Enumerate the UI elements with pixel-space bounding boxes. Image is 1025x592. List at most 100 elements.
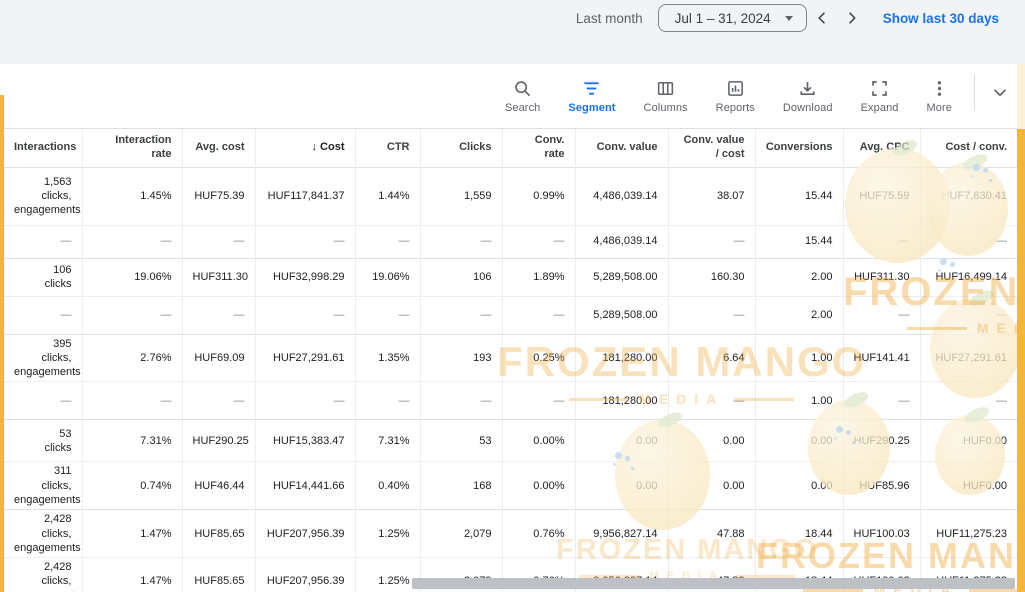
cell-interaction-rate: 19.06% bbox=[82, 258, 182, 296]
cell-interactions: 395 clicks, engagements bbox=[4, 334, 82, 382]
cell-cost: — bbox=[255, 382, 355, 420]
download-button[interactable]: Download bbox=[783, 76, 833, 116]
column-header-conv-value[interactable]: Conv. value bbox=[575, 129, 668, 167]
segment-button[interactable]: Segment bbox=[568, 76, 615, 116]
reports-icon bbox=[726, 78, 745, 98]
segment-icon bbox=[582, 78, 601, 98]
cell-interaction-rate: 7.31% bbox=[82, 420, 182, 462]
cell-conversions: 2.00 bbox=[755, 258, 843, 296]
column-header-avg-cpc[interactable]: Avg. CPC bbox=[843, 129, 920, 167]
cell-conv-rate: 0.76% bbox=[502, 510, 575, 558]
cell-avg-cpc: — bbox=[843, 382, 920, 420]
cell-cost: HUF207,956.39 bbox=[255, 510, 355, 558]
cell-avg-cpc: — bbox=[843, 225, 920, 258]
column-header-avg-cost[interactable]: Avg. cost bbox=[182, 129, 255, 167]
cell-interaction-rate: 1.47% bbox=[82, 558, 182, 592]
segment-label: Segment bbox=[568, 102, 615, 114]
more-label: More bbox=[927, 102, 952, 114]
column-header-ctr[interactable]: CTR bbox=[355, 129, 420, 167]
statistics-table-zone: InteractionsInteraction rateAvg. cost↓Co… bbox=[0, 129, 1025, 592]
cell-clicks: 106 bbox=[420, 258, 502, 296]
cell-avg-cpc: HUF85.96 bbox=[843, 462, 920, 510]
right-edge-stripe-pale bbox=[1017, 64, 1025, 129]
cell-avg-cost: HUF46.44 bbox=[182, 462, 255, 510]
cell-clicks: — bbox=[420, 225, 502, 258]
cell-avg-cost: — bbox=[182, 296, 255, 334]
more-icon bbox=[930, 78, 949, 98]
left-edge-stripe bbox=[0, 95, 4, 592]
cell-cost: HUF15,383.47 bbox=[255, 420, 355, 462]
cell-conv-value: 5,289,508.00 bbox=[575, 258, 668, 296]
search-button[interactable]: Search bbox=[505, 76, 540, 116]
expand-button[interactable]: Expand bbox=[861, 76, 899, 116]
cell-cost-conv: — bbox=[920, 382, 1017, 420]
table-row: 311 clicks, engagements0.74%HUF46.44HUF1… bbox=[4, 462, 1017, 510]
cell-conversions: 15.44 bbox=[755, 167, 843, 225]
column-header-clicks[interactable]: Clicks bbox=[420, 129, 502, 167]
table-row: 2,428 clicks, engagements1.47%HUF85.65HU… bbox=[4, 510, 1017, 558]
cell-interactions: 106 clicks bbox=[4, 258, 82, 296]
cell-ctr: 1.35% bbox=[355, 334, 420, 382]
columns-button[interactable]: Columns bbox=[644, 76, 688, 116]
cell-avg-cpc: HUF141.41 bbox=[843, 334, 920, 382]
cell-cost: HUF117,841.37 bbox=[255, 167, 355, 225]
date-range-preset-label: Last month bbox=[576, 11, 643, 26]
cell-conv-value-cost: — bbox=[668, 296, 755, 334]
reports-label: Reports bbox=[716, 102, 755, 114]
cell-conv-value: 181,280.00 bbox=[575, 334, 668, 382]
cell-interaction-rate: — bbox=[82, 382, 182, 420]
date-picker-button[interactable]: Jul 1 – 31, 2024 bbox=[658, 4, 807, 32]
cell-conv-value-cost: — bbox=[668, 225, 755, 258]
collapse-toolbar-button[interactable] bbox=[985, 78, 1015, 108]
column-header-interaction-rate[interactable]: Interaction rate bbox=[82, 129, 182, 167]
cell-conv-value-cost: 160.30 bbox=[668, 258, 755, 296]
cell-clicks: 53 bbox=[420, 420, 502, 462]
cell-avg-cpc: HUF290.25 bbox=[843, 420, 920, 462]
cell-conversions: 0.00 bbox=[755, 462, 843, 510]
cell-conv-rate: — bbox=[502, 225, 575, 258]
column-header-cost[interactable]: ↓Cost bbox=[255, 129, 355, 167]
cell-interaction-rate: — bbox=[82, 296, 182, 334]
download-label: Download bbox=[783, 102, 833, 114]
cell-ctr: 1.25% bbox=[355, 558, 420, 592]
cell-interactions: — bbox=[4, 225, 82, 258]
cell-interactions: — bbox=[4, 382, 82, 420]
cell-cost: — bbox=[255, 225, 355, 258]
reports-button[interactable]: Reports bbox=[716, 76, 755, 116]
cell-interaction-rate: 1.47% bbox=[82, 510, 182, 558]
next-period-button[interactable] bbox=[840, 6, 864, 30]
previous-period-button[interactable] bbox=[810, 6, 834, 30]
download-icon bbox=[798, 78, 817, 98]
cell-interaction-rate: 2.76% bbox=[82, 334, 182, 382]
table-header-row: InteractionsInteraction rateAvg. cost↓Co… bbox=[4, 129, 1017, 167]
cell-avg-cost: HUF69.09 bbox=[182, 334, 255, 382]
cell-conv-rate: 1.89% bbox=[502, 258, 575, 296]
cell-interaction-rate: 0.74% bbox=[82, 462, 182, 510]
cell-conv-value-cost: 6.64 bbox=[668, 334, 755, 382]
column-header-conv-rate[interactable]: Conv. rate bbox=[502, 129, 575, 167]
cell-interactions: 2,428 clicks, engagements bbox=[4, 510, 82, 558]
table-row: 395 clicks, engagements2.76%HUF69.09HUF2… bbox=[4, 334, 1017, 382]
horizontal-scrollbar[interactable] bbox=[412, 578, 1015, 589]
cell-clicks: 2,079 bbox=[420, 510, 502, 558]
column-header-conv-value-cost[interactable]: Conv. value / cost bbox=[668, 129, 755, 167]
cell-conversions: 1.00 bbox=[755, 334, 843, 382]
column-header-conversions[interactable]: Conversions bbox=[755, 129, 843, 167]
cell-interactions: — bbox=[4, 296, 82, 334]
cell-avg-cost: HUF311.30 bbox=[182, 258, 255, 296]
cell-clicks: — bbox=[420, 382, 502, 420]
toolbar-divider bbox=[974, 75, 975, 111]
cell-ctr: — bbox=[355, 296, 420, 334]
cell-avg-cpc: HUF100.03 bbox=[843, 510, 920, 558]
table-row: ———————5,289,508.00—2.00—— bbox=[4, 296, 1017, 334]
column-header-interactions[interactable]: Interactions bbox=[4, 129, 82, 167]
right-edge-stripe bbox=[1017, 129, 1025, 592]
more-button[interactable]: More bbox=[927, 76, 952, 116]
cell-ctr: 7.31% bbox=[355, 420, 420, 462]
cell-ctr: — bbox=[355, 382, 420, 420]
cell-cost-conv: — bbox=[920, 225, 1017, 258]
column-header-cost-conv[interactable]: Cost / conv. bbox=[920, 129, 1017, 167]
cell-conv-value-cost: — bbox=[668, 382, 755, 420]
show-last-30-days-link[interactable]: Show last 30 days bbox=[883, 11, 999, 26]
expand-icon bbox=[870, 78, 889, 98]
